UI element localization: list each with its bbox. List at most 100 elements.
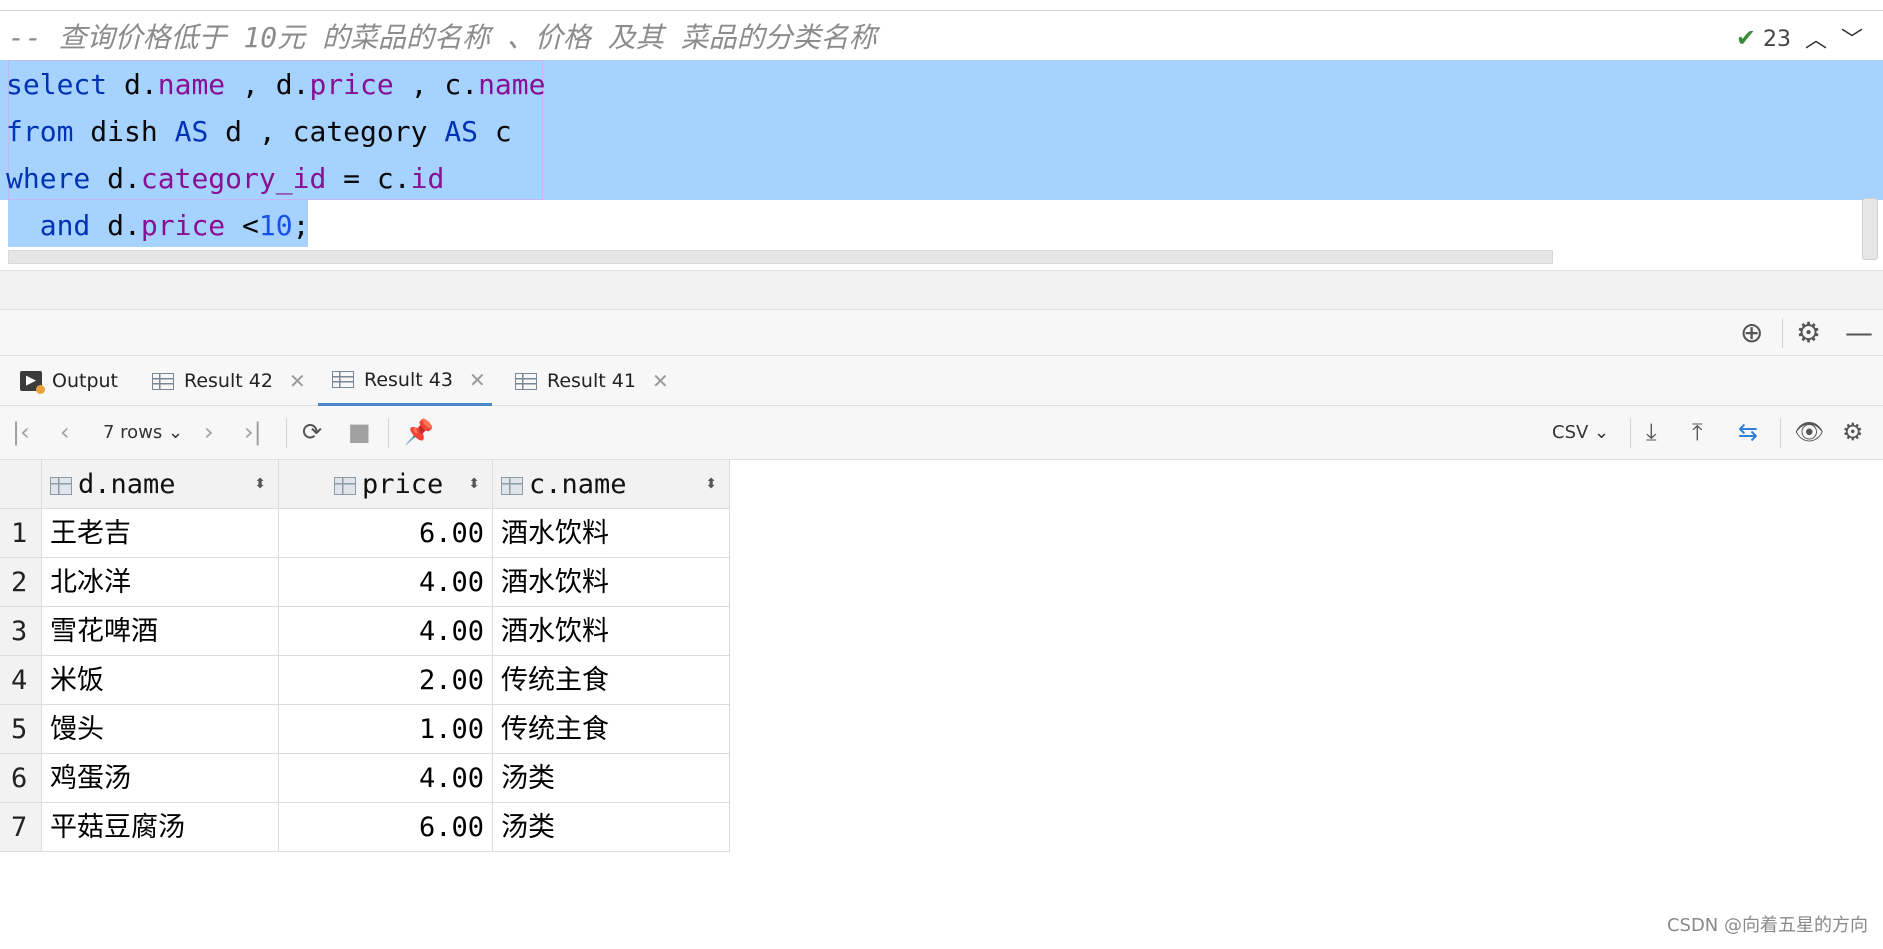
export-format-selector[interactable]: CSV ⌄ [1552,422,1609,443]
cell-name[interactable]: 米饭 [42,656,279,705]
chevron-up-icon[interactable]: ︿ [1805,22,1827,54]
column-icon [334,477,356,495]
cell-category[interactable]: 酒水饮料 [493,558,730,607]
row-number[interactable]: 5 [0,705,42,754]
field-token: name [157,68,226,101]
cell-price[interactable]: 4.00 [279,558,493,607]
row-number[interactable]: 3 [0,607,42,656]
close-icon[interactable]: ✕ [469,368,486,392]
tab-label: Result 41 [547,370,636,392]
code-token: d. [90,162,141,195]
gear-icon[interactable]: ⚙ [1796,316,1821,349]
cell-price[interactable]: 1.00 [279,705,493,754]
cell-price[interactable]: 6.00 [279,509,493,558]
chevron-down-icon[interactable]: ﹀ [1841,22,1863,54]
rows-selector[interactable]: 7 rows ⌄ [103,422,183,443]
cell-price[interactable]: 4.00 [279,607,493,656]
cell-name[interactable]: 北冰洋 [42,558,279,607]
code-line-4[interactable]: and d.price <10; [6,202,310,249]
code-token: c [478,115,512,148]
horizontal-scrollbar[interactable] [8,250,1553,264]
cell-category[interactable]: 传统主食 [493,705,730,754]
eye-icon[interactable]: 👁 [1794,418,1824,446]
tab-result-41[interactable]: Result 41 ✕ [515,356,669,406]
inspection-status[interactable]: ✔ 23 [1736,24,1791,52]
code-line-2[interactable]: from dish AS d , category AS c [6,108,512,155]
editor-status-strip [0,270,1883,310]
code-token: , d. [225,68,310,101]
cell-price[interactable]: 4.00 [279,754,493,803]
services-panel-header: ⊕ ⚙ — [0,310,1883,356]
last-page-icon[interactable]: ›| [244,418,262,446]
vertical-scrollbar[interactable] [1862,198,1878,260]
prev-page-icon[interactable]: ‹ [60,418,70,446]
cell-category[interactable]: 酒水饮料 [493,607,730,656]
stop-icon[interactable]: ■ [348,418,371,446]
code-token: d. [107,68,158,101]
download-icon[interactable]: ⤓ [1646,418,1657,446]
cell-category[interactable]: 汤类 [493,803,730,852]
tab-label: Result 42 [184,370,273,392]
row-number[interactable]: 7 [0,803,42,852]
code-token: < [225,209,259,242]
code-token: ; [292,209,310,242]
keyword-from: from [6,115,74,148]
number-token: 10 [258,209,293,242]
upload-icon[interactable]: ⤒ [1692,418,1703,446]
separator [1630,418,1631,448]
watermark: CSDN @向着五星的方向 [1666,915,1868,936]
result-toolbar: |‹ ‹ 7 rows ⌄ › ›| ⟳ ■ 📌 CSV ⌄ ⤓ ⤒ ⇆ 👁 ⚙ [0,406,1883,460]
column-header-d-name[interactable]: d.name ⬍ [42,460,279,509]
column-header-c-name[interactable]: c.name ⬍ [493,460,730,509]
tab-label: Result 43 [364,368,453,391]
minimize-icon[interactable]: — [1845,316,1873,349]
field-token: price [309,68,394,101]
cell-name[interactable]: 鸡蛋汤 [42,754,279,803]
column-header-price[interactable]: price ⬍ [279,460,493,509]
cell-name[interactable]: 王老吉 [42,509,279,558]
cell-price[interactable]: 2.00 [279,656,493,705]
cell-name[interactable]: 平菇豆腐汤 [42,803,279,852]
inspection-count: 23 [1762,27,1791,52]
tab-output[interactable]: ▶ Output [20,356,118,406]
sql-comment-line: -- 查询价格低于 10元 的菜品的名称 、价格 及其 菜品的分类名称 [8,21,877,54]
next-page-icon[interactable]: › [204,418,214,446]
cell-category[interactable]: 酒水饮料 [493,509,730,558]
tab-result-42[interactable]: Result 42 ✕ [152,356,306,406]
column-label: d.name [78,469,176,500]
row-number[interactable]: 1 [0,509,42,558]
tab-result-43[interactable]: Result 43 ✕ [318,356,492,406]
close-icon[interactable]: ✕ [652,369,669,393]
first-page-icon[interactable]: |‹ [12,418,30,446]
row-number[interactable]: 2 [0,558,42,607]
compare-icon[interactable]: ⇆ [1738,418,1758,446]
sort-icon[interactable]: ⬍ [468,460,480,508]
sql-editor[interactable]: -- 查询价格低于 10元 的菜品的名称 、价格 及其 菜品的分类名称 sele… [0,0,1883,270]
field-token: price [140,209,226,242]
cell-category[interactable]: 汤类 [493,754,730,803]
editor-top-border [0,10,1883,11]
close-icon[interactable]: ✕ [289,369,306,393]
separator [1780,418,1781,448]
code-line-1[interactable]: select d.name , d.price , c.name [6,61,546,108]
code-token: = c. [326,162,411,195]
column-label: c.name [529,469,627,500]
sort-icon[interactable]: ⬍ [705,460,717,508]
separator [388,418,389,448]
cell-name[interactable]: 馒头 [42,705,279,754]
pin-icon[interactable]: 📌 [404,418,434,446]
row-number[interactable]: 4 [0,656,42,705]
crosshair-icon[interactable]: ⊕ [1740,316,1763,349]
export-format: CSV [1552,422,1589,443]
inspection-widget[interactable]: ✔ 23 ︿ ﹀ [1736,22,1863,54]
sort-icon[interactable]: ⬍ [254,460,266,508]
cell-category[interactable]: 传统主食 [493,656,730,705]
row-number[interactable]: 6 [0,754,42,803]
code-token: dish [73,115,175,148]
cell-name[interactable]: 雪花啤酒 [42,607,279,656]
corner-cell[interactable] [0,460,42,509]
cell-price[interactable]: 6.00 [279,803,493,852]
gear-icon[interactable]: ⚙ [1842,418,1864,446]
refresh-icon[interactable]: ⟳ [302,418,322,446]
code-line-3[interactable]: where d.category_id = c.id [6,155,444,202]
